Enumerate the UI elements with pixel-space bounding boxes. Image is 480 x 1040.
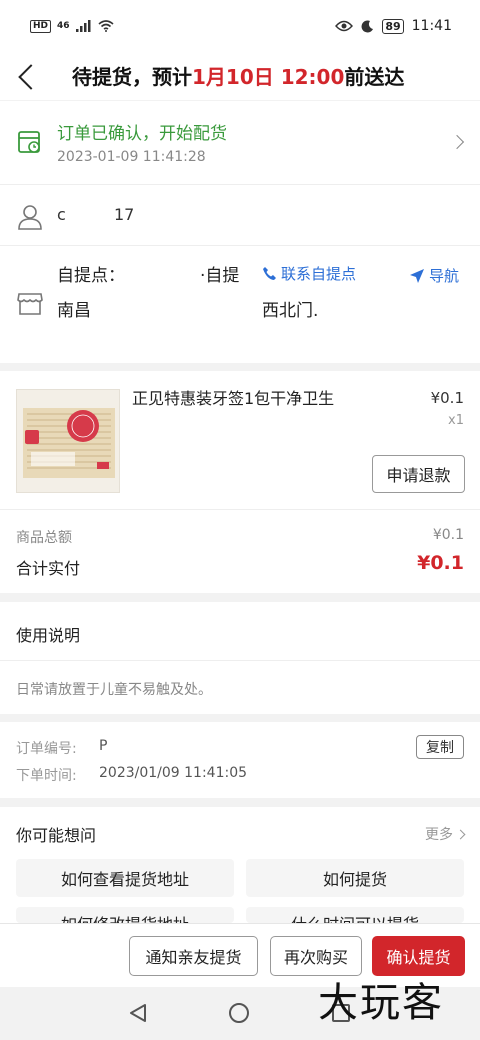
navigate-label: 导航 — [429, 267, 460, 285]
title-suffix: 前送达 — [344, 65, 405, 89]
divider — [0, 509, 480, 510]
usage-card: 使用说明 日常请放置于儿童不易触及处。 — [0, 602, 480, 714]
product-price: ¥0.1 — [430, 389, 464, 407]
phone-icon — [263, 267, 276, 280]
page-title: 待提货，预计1月10日 12:00前送达 — [72, 61, 404, 90]
pickup-label: 自提点： — [57, 266, 125, 286]
usage-title: 使用说明 — [16, 626, 81, 645]
battery-indicator: 89 — [382, 18, 404, 34]
status-bar-right: 89 11:41 — [335, 18, 452, 34]
order-status-time: 2023-01-09 11:41:28 — [57, 149, 206, 165]
faq-title: 你可能想问 — [16, 826, 97, 845]
copy-order-number-button[interactable]: 复制 — [416, 735, 464, 759]
order-info-card: 订单编号: P 复制 下单时间: 2023/01/09 11:41:05 — [0, 722, 480, 798]
faq-item[interactable]: 什么时间可以提货 — [246, 907, 464, 923]
order-number-label: 订单编号: — [16, 741, 77, 757]
contact-name: c — [57, 205, 66, 224]
store-icon — [17, 293, 43, 315]
eye-icon — [335, 20, 354, 32]
faq-item[interactable]: 如何查看提货地址 — [16, 859, 234, 897]
pickup-name: ·自提 — [200, 266, 240, 286]
pickup-address-suffix: 西北门. — [262, 301, 319, 321]
usage-text: 日常请放置于儿童不易触及处。 — [16, 682, 212, 698]
contact-row: c 17 — [0, 186, 480, 246]
pickup-address-prefix: 南昌 — [57, 301, 91, 321]
faq-more-label: 更多 — [425, 827, 453, 843]
title-date: 1月10日 12:00 — [192, 65, 345, 89]
product-image[interactable] — [16, 389, 120, 493]
product-name[interactable]: 正见特惠装牙签1包干净卫生 — [132, 387, 344, 410]
paid-total-value: ¥0.1 — [417, 552, 464, 574]
order-status-title: 订单已确认，开始配货 — [57, 124, 227, 144]
hd-indicator: HD — [30, 19, 52, 33]
contact-pickup-label: 联系自提点 — [281, 265, 357, 283]
moon-icon — [361, 19, 374, 32]
nav-back-icon[interactable] — [128, 1003, 148, 1023]
signal-icon — [75, 20, 91, 32]
faq-item[interactable]: 如何修改提货地址 — [16, 907, 234, 923]
faq-more-link[interactable]: 更多 — [425, 824, 466, 844]
signal-label: 46 — [57, 21, 70, 31]
chevron-right-icon — [449, 134, 465, 150]
divider — [0, 660, 480, 661]
navigate-button[interactable]: 导航 — [409, 265, 459, 286]
status-bar-left: HD 46 — [30, 19, 114, 33]
chevron-right-icon — [455, 829, 466, 839]
goods-total-label: 商品总额 — [16, 530, 72, 546]
notify-friends-button[interactable]: 通知亲友提货 — [129, 936, 258, 976]
contact-phone: 17 — [114, 205, 135, 224]
paid-total-label: 合计实付 — [16, 559, 81, 578]
navigation-arrow-icon — [410, 268, 424, 283]
faq-item[interactable]: 如何提货 — [246, 859, 464, 897]
order-status-icon — [18, 131, 40, 153]
order-status-row[interactable]: 订单已确认，开始配货 2023-01-09 11:41:28 — [0, 101, 480, 185]
status-bar: HD 46 89 11:41 — [0, 0, 480, 52]
product-card: 正见特惠装牙签1包干净卫生 ¥0.1 x1 申请退款 商品总额 ¥0.1 合计实… — [0, 371, 480, 593]
faq-card: 你可能想问 更多 如何查看提货地址 如何提货 如何修改提货地址 什么时间可以提货 — [0, 807, 480, 923]
order-number-value: P — [99, 738, 108, 754]
nav-home-icon[interactable] — [229, 1003, 249, 1023]
order-time-value: 2023/01/09 11:41:05 — [99, 765, 248, 781]
product-quantity: x1 — [448, 413, 464, 428]
order-time-label: 下单时间: — [16, 768, 77, 784]
person-icon — [18, 205, 42, 230]
delivery-card: 订单已确认，开始配货 2023-01-09 11:41:28 c 17 自提点：… — [0, 101, 480, 363]
toothpick-package-image — [17, 390, 119, 492]
clock: 11:41 — [411, 18, 452, 34]
back-button[interactable] — [12, 60, 42, 92]
watermark: 大玩客 — [318, 980, 444, 1026]
contact-pickup-link[interactable]: 联系自提点 — [262, 263, 356, 284]
request-refund-button[interactable]: 申请退款 — [372, 455, 465, 493]
title-prefix: 待提货，预计 — [72, 65, 192, 89]
page-header: 待提货，预计1月10日 12:00前送达 — [0, 52, 480, 100]
wifi-icon — [98, 20, 114, 32]
goods-total-value: ¥0.1 — [432, 527, 464, 543]
pickup-row: 自提点： ·自提 联系自提点 南昌 西北门. — [0, 247, 480, 363]
